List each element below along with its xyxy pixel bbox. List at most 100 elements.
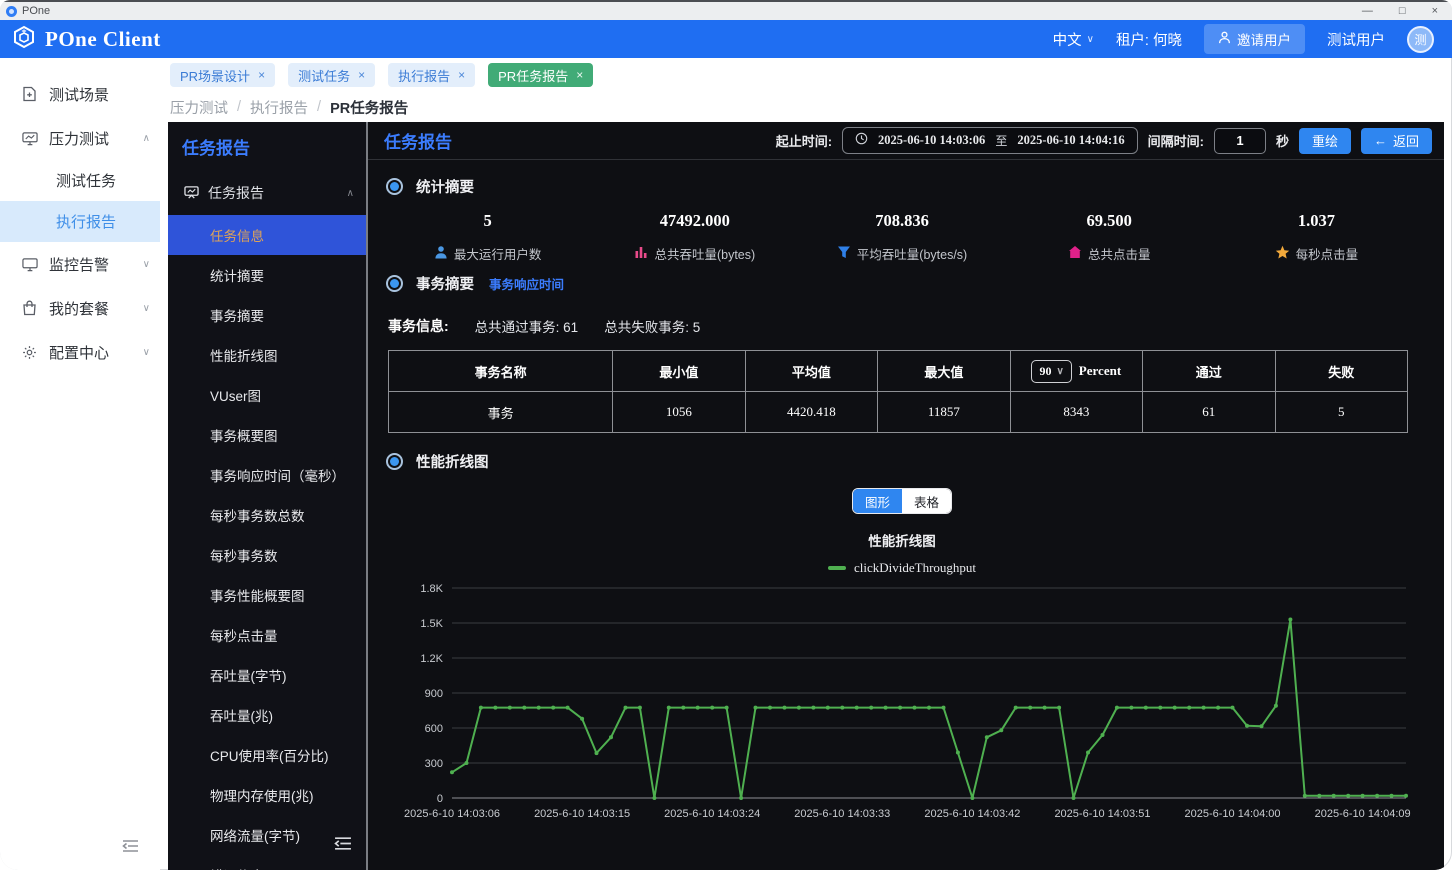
report-nav-group-label: 任务报告 [208,183,264,203]
tab-1[interactable]: 测试任务× [288,63,375,87]
stat-funnel: 708.836平均吞吐量(bytes/s) [798,211,1005,263]
app-sidebar: 测试场景压力测试∧测试任务执行报告监控告警∨我的套餐∨配置中心∨ [0,58,160,870]
percent-value: 90 [1039,364,1051,379]
report-nav-item[interactable]: 每秒点击量 [168,615,366,655]
transactions-failed: 总共失败事务: 5 [604,316,700,336]
breadcrumb-item-1[interactable]: 执行报告 [250,97,308,118]
sidebar-item-1[interactable]: 压力测试∧ [0,116,160,160]
sidebar-item-3[interactable]: 我的套餐∨ [0,286,160,330]
home-icon [1068,245,1082,262]
date-range-picker[interactable]: 2025-06-10 14:03:06 至 2025-06-10 14:04:1… [842,127,1138,154]
maximize-button[interactable]: □ [1399,3,1406,19]
tab-0[interactable]: PR场景设计 × [170,63,275,87]
window-title: POne [22,5,50,17]
collapse-sidebar-icon[interactable] [122,839,139,858]
sidebar-item-label: 监控告警 [49,254,109,275]
stat-label: 平均吞吐量(bytes/s) [857,244,967,263]
sidebar-item-2[interactable]: 监控告警∨ [0,242,160,286]
svg-text:1.8K: 1.8K [420,583,443,595]
interval-input[interactable] [1214,128,1266,154]
app-window: POne — □ × POne Client 中文 ∨ 租户: 何晓 邀请用户 … [0,0,1452,870]
minimize-button[interactable]: — [1362,3,1373,19]
report-body: 统计摘要 5最大运行用户数47492.000总共吞吐量(bytes)708.83… [368,160,1444,870]
tab-label: 执行报告 [398,66,450,85]
collapse-report-nav-icon[interactable] [334,836,352,856]
report-nav-item[interactable]: 事务响应时间（毫秒） [168,455,366,495]
summary-section-bullet[interactable] [386,178,403,195]
svg-text:2025-6-10 14:04:00: 2025-6-10 14:04:00 [1185,808,1281,820]
breadcrumb-item-0[interactable]: 压力测试 [170,97,228,118]
tenant-label: 租户: 何晓 [1116,29,1182,50]
report-nav-item[interactable]: 每秒事务数总数 [168,495,366,535]
transaction-response-time-link[interactable]: 事务响应时间 [489,274,564,293]
interval-label: 间隔时间: [1148,131,1204,150]
sidebar-subitem[interactable]: 测试任务 [0,160,160,201]
tab-label: PR场景设计 [180,66,250,85]
report-nav-item[interactable]: 性能折线图 [168,335,366,375]
sidebar-item-4[interactable]: 配置中心∨ [0,330,160,374]
tab-3[interactable]: PR任务报告 × [488,63,593,87]
chevron-down-icon: ∨ [1056,366,1063,377]
language-selector[interactable]: 中文 ∨ [1053,29,1094,50]
table-cell: 8343 [1010,392,1142,433]
breadcrumb-item-2: PR任务报告 [330,97,408,118]
table-header-percent: 90∨Percent [1010,351,1142,392]
avatar[interactable]: 测 [1407,26,1434,53]
report-nav-item[interactable]: 每秒事务数 [168,535,366,575]
report-nav-item[interactable]: 错误信息 [168,855,366,870]
tab-2[interactable]: 执行报告 × [388,63,475,87]
stat-label: 总共吞吐量(bytes) [654,244,755,263]
chevron-up-icon: ∧ [143,133,150,144]
transactions-section-bullet[interactable] [386,275,403,292]
table-header: 平均值 [745,351,877,392]
close-icon[interactable]: × [458,68,465,82]
current-user[interactable]: 测试用户 [1327,29,1385,50]
report-nav-group[interactable]: 任务报告 ∧ [168,173,366,215]
report-nav-item[interactable]: 吞吐量(字节) [168,655,366,695]
invite-user-button[interactable]: 邀请用户 [1204,24,1305,54]
toggle-chart-button[interactable]: 图形 [853,489,902,513]
perf-section-bullet[interactable] [386,453,403,470]
table-header: 事务名称 [389,351,613,392]
funnel-icon [837,245,851,262]
svg-text:2025-6-10 14:03:42: 2025-6-10 14:03:42 [924,808,1020,820]
report-nav-item[interactable]: 事务性能概要图 [168,575,366,615]
svg-text:0: 0 [437,793,443,805]
back-button[interactable]: ← 返回 [1361,128,1432,154]
bag-icon [22,300,39,316]
close-button[interactable]: × [1432,3,1438,19]
svg-text:2025-6-10 14:03:51: 2025-6-10 14:03:51 [1054,808,1150,820]
report-nav-item[interactable]: 吞吐量(兆) [168,695,366,735]
stat-star: 1.037每秒点击量 [1213,211,1420,263]
svg-text:2025-6-10 14:04:09: 2025-6-10 14:04:09 [1315,808,1411,820]
report-nav-item[interactable]: VUser图 [168,375,366,415]
table-cell: 事务 [389,392,613,433]
tab-label: PR任务报告 [498,66,568,85]
close-icon[interactable]: × [576,68,583,82]
table-cell: 61 [1143,392,1275,433]
star-icon [1275,245,1290,263]
toggle-table-button[interactable]: 表格 [902,489,951,513]
report-nav-item[interactable]: 任务信息 [168,215,366,255]
sidebar-item-0[interactable]: 测试场景 [0,72,160,116]
redraw-button[interactable]: 重绘 [1299,128,1351,154]
close-icon[interactable]: × [258,68,265,82]
summary-section-title: 统计摘要 [416,176,474,197]
breadcrumb: 压力测试/执行报告/PR任务报告 [160,92,1452,122]
close-icon[interactable]: × [358,68,365,82]
stat-bar-chart: 47492.000总共吞吐量(bytes) [591,211,798,263]
report-nav-item[interactable]: 事务摘要 [168,295,366,335]
report-nav-item[interactable]: CPU使用率(百分比) [168,735,366,775]
chevron-up-icon: ∧ [347,188,354,199]
svg-text:300: 300 [425,758,443,770]
table-cell: 11857 [878,392,1010,433]
table-header: 最小值 [613,351,745,392]
report-nav-item[interactable]: 物理内存使用(兆) [168,775,366,815]
window-app-icon [6,6,17,17]
sidebar-subitem[interactable]: 执行报告 [0,201,160,242]
report-nav-item[interactable]: 事务概要图 [168,415,366,455]
transaction-info-label: 事务信息: [388,316,449,336]
report-nav-item[interactable]: 统计摘要 [168,255,366,295]
report-nav: 任务报告 任务报告 ∧ 任务信息统计摘要事务摘要性能折线图VUser图事务概要图… [168,122,368,870]
percent-select[interactable]: 90 ∨ [1031,360,1071,383]
